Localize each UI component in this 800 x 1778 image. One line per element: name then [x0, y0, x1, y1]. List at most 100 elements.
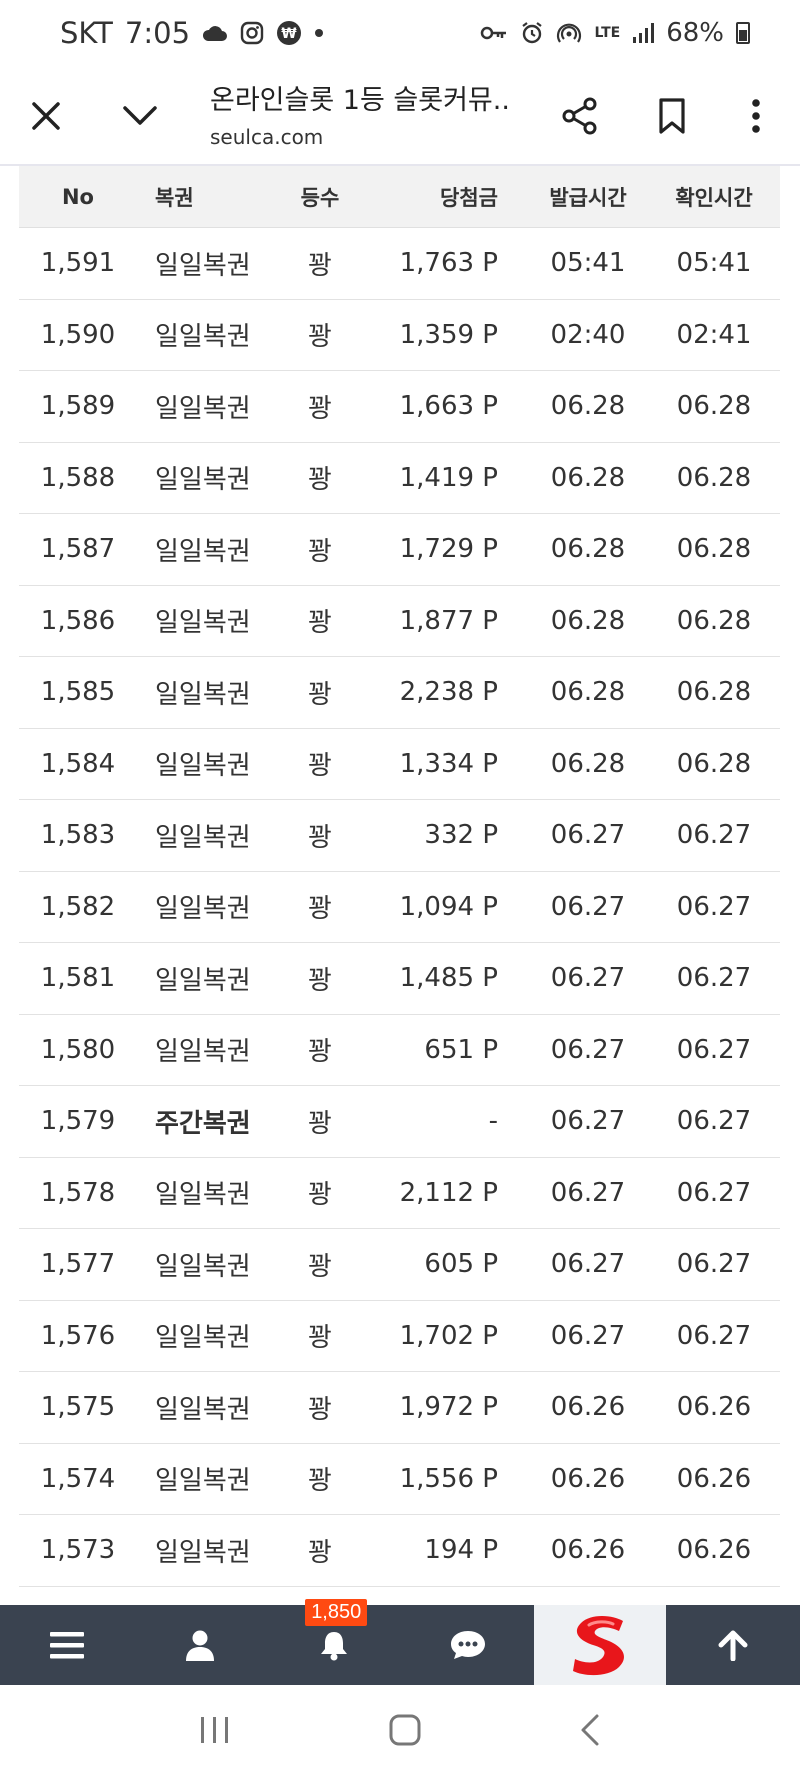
row-rank: 꽝 — [308, 322, 332, 353]
row-issued: 05:41 — [550, 248, 626, 279]
bookmark-button[interactable] — [642, 86, 702, 146]
row-no: 1,580 — [40, 1034, 116, 1065]
row-checked: 06.27 — [676, 1106, 752, 1137]
row-no: 1,589 — [40, 391, 116, 422]
table-header: No 복권 등수 당첨금 발급시간 확인시간 — [19, 166, 780, 228]
profile-button[interactable] — [134, 1605, 268, 1685]
row-rank: 꽝 — [308, 965, 332, 996]
chevron-down-icon — [123, 106, 157, 125]
row-checked: 06.28 — [676, 748, 752, 779]
row-checked: 06.26 — [676, 1392, 752, 1423]
row-lottery: 일일복권 — [155, 894, 251, 925]
lottery-history-table: No 복권 등수 당첨금 발급시간 확인시간 1,591 일일복권 꽝 1,763 P… — [19, 166, 780, 1587]
menu-button[interactable] — [0, 1605, 134, 1685]
row-lottery: 일일복권 — [155, 1466, 251, 1497]
minimize-button[interactable] — [110, 86, 170, 146]
table-row: 1,580 일일복권 꽝 651 P 06.27 06.27 — [19, 1015, 780, 1086]
header-checked: 확인시간 — [675, 185, 753, 210]
cloud-icon — [202, 26, 228, 41]
row-rank: 꽝 — [308, 1180, 332, 1211]
row-no: 1,583 — [40, 820, 116, 851]
row-checked: 06.27 — [676, 891, 752, 922]
row-issued: 06.27 — [550, 1249, 626, 1280]
key-icon — [481, 26, 507, 40]
row-prize: 194 P — [424, 1535, 498, 1566]
more-options-button[interactable] — [726, 86, 786, 146]
network-type: LTE — [594, 25, 621, 41]
notifications-button[interactable]: 1,850 — [267, 1599, 401, 1685]
row-lottery: 일일복권 — [155, 1537, 251, 1568]
row-checked: 06.27 — [676, 1320, 752, 1351]
page-title: 온라인슬롯 1등 슬롯커뮤... — [210, 85, 510, 116]
status-left: SKT 7:05 ₩ — [60, 16, 324, 50]
arrow-up-icon — [718, 1630, 748, 1661]
table-row: 1,578 일일복권 꽝 2,112 P 06.27 06.27 — [19, 1158, 780, 1229]
row-lottery: 일일복권 — [155, 536, 251, 567]
row-lottery: 주간복권 — [155, 1108, 251, 1139]
share-button[interactable] — [550, 86, 610, 146]
site-logo-button[interactable] — [534, 1605, 667, 1685]
row-issued: 06.26 — [550, 1535, 626, 1566]
table-row: 1,581 일일복권 꽝 1,485 P 06.27 06.27 — [19, 943, 780, 1015]
row-no: 1,573 — [40, 1535, 116, 1566]
table-row: 1,587 일일복권 꽝 1,729 P 06.28 06.28 — [19, 514, 780, 586]
row-rank: 꽝 — [308, 608, 332, 639]
title-block[interactable]: 온라인슬롯 1등 슬롯커뮤... seulca.com — [210, 78, 510, 149]
bookmark-icon — [659, 98, 685, 134]
row-no: 1,579 — [40, 1106, 116, 1137]
row-lottery: 일일복권 — [155, 322, 251, 353]
close-button[interactable] — [16, 86, 76, 146]
row-checked: 06.28 — [676, 677, 752, 708]
row-prize: 332 P — [424, 820, 498, 851]
header-issued: 발급시간 — [549, 185, 627, 210]
recent-apps-button[interactable] — [199, 1715, 231, 1749]
row-issued: 02:40 — [550, 319, 626, 350]
header-rank: 등수 — [300, 185, 340, 210]
row-checked: 06.27 — [676, 820, 752, 851]
row-no: 1,582 — [40, 891, 116, 922]
table-row: 1,591 일일복권 꽝 1,763 P 05:41 05:41 — [19, 228, 780, 300]
row-rank: 꽝 — [308, 679, 332, 710]
chat-button[interactable] — [401, 1605, 535, 1685]
site-logo — [573, 1616, 625, 1676]
scroll-top-button[interactable] — [666, 1605, 800, 1685]
row-rank: 꽝 — [308, 536, 332, 567]
row-lottery: 일일복권 — [155, 679, 251, 710]
row-rank: 꽝 — [308, 822, 332, 853]
row-issued: 06.28 — [550, 534, 626, 565]
row-lottery: 일일복권 — [155, 1180, 251, 1211]
status-right: LTE 68% — [480, 18, 750, 48]
table-row: 1,576 일일복권 꽝 1,702 P 06.27 06.27 — [19, 1301, 780, 1372]
row-rank: 꽝 — [308, 393, 332, 424]
row-checked: 05:41 — [676, 248, 752, 279]
row-no: 1,578 — [40, 1177, 116, 1208]
row-prize: 1,972 P — [399, 1392, 498, 1423]
instagram-icon — [240, 21, 264, 45]
row-checked: 06.28 — [676, 534, 752, 565]
row-checked: 06.27 — [676, 1249, 752, 1280]
clock: 7:05 — [124, 16, 191, 50]
table-row: 1,586 일일복권 꽝 1,877 P 06.28 06.28 — [19, 586, 780, 657]
row-issued: 06.27 — [550, 1177, 626, 1208]
row-prize: 1,877 P — [399, 605, 498, 636]
table-row: 1,589 일일복권 꽝 1,663 P 06.28 06.28 — [19, 371, 780, 443]
won-app-icon: ₩ — [277, 21, 302, 45]
row-lottery: 일일복권 — [155, 1323, 251, 1354]
row-prize: 605 P — [424, 1249, 498, 1280]
bottom-nav: 1,850 — [0, 1599, 800, 1685]
row-rank: 꽝 — [308, 1466, 332, 1497]
system-nav-bar — [0, 1685, 800, 1778]
row-no: 1,576 — [40, 1320, 116, 1351]
chat-icon — [450, 1631, 485, 1659]
table-row: 1,575 일일복권 꽝 1,972 P 06.26 06.26 — [19, 1372, 780, 1444]
row-prize: 1,729 P — [399, 534, 498, 565]
row-checked: 06.27 — [676, 1034, 752, 1065]
carrier: SKT — [60, 16, 113, 50]
user-icon — [186, 1630, 215, 1661]
row-no: 1,587 — [40, 534, 116, 565]
back-button[interactable] — [579, 1713, 601, 1751]
row-issued: 06.27 — [550, 1034, 626, 1065]
table-row: 1,585 일일복권 꽝 2,238 P 06.28 06.28 — [19, 657, 780, 729]
home-button[interactable] — [388, 1713, 422, 1751]
row-issued: 06.27 — [550, 963, 626, 994]
